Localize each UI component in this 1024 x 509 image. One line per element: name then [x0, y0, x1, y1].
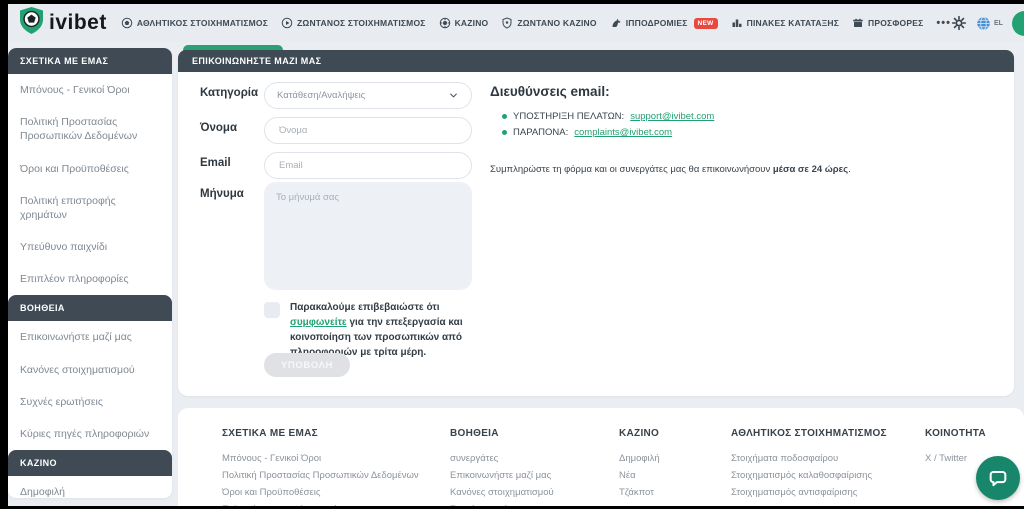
nav-item-promotions[interactable]: ΠΡΟΣΦΟΡΕΣ	[852, 17, 923, 29]
login-button[interactable]: ΣΥΝΔΕΣΗ	[1012, 11, 1024, 36]
nav-item-leaderboards[interactable]: ΠΙΝΑΚΕΣ ΚΑΤΑΤΑΞΗΣ	[731, 17, 839, 29]
sidebar-item-refund-policy[interactable]: Πολιτική επιστροφής χρημάτων	[8, 185, 172, 231]
complaints-email-row: ΠΑΡΑΠΟΝΑ: complaints@ivibet.com	[502, 127, 672, 138]
brand-logo[interactable]: ivibet	[18, 6, 107, 40]
horse-racing-icon	[610, 17, 622, 29]
email-input[interactable]	[277, 159, 459, 172]
name-input[interactable]	[277, 124, 459, 137]
language-selector[interactable]: EL	[976, 16, 1003, 31]
page: ivibet ΑΘΛΗΤΙΚΟΣ ΣΤΟΙΧΗΜΑΤΙΣΜΟΣ ΖΩΝΤΑΝΟΣ…	[8, 4, 1024, 506]
email-addresses-heading: Διευθύνσεις email:	[490, 84, 610, 99]
sidebar-section-help-title: ΒΟΗΘΕΙΑ	[8, 295, 172, 321]
sidebar-item-responsible-gaming[interactable]: Υπεύθυνο παιχνίδι	[8, 231, 172, 263]
footer-col-casino: ΚΑΖΙΝΟ Δημοφιλή Νέα Τζάκποτ	[619, 428, 660, 501]
footer: ΣΧΕΤΙΚΑ ΜΕ ΕΜΑΣ Μπόνους - Γενικοί Όροι Π…	[178, 408, 1024, 506]
category-select[interactable]: Κατάθεση/Αναλήψεις	[264, 82, 472, 109]
nav-more-dots-icon[interactable]: •••	[936, 17, 951, 29]
logo-shield-ball-icon	[18, 6, 45, 40]
footer-link-twitter[interactable]: X / Twitter	[925, 450, 986, 467]
footer-link[interactable]: Μπόνους - Γενικοί Όροι	[222, 450, 419, 467]
email-label: Email	[200, 157, 231, 169]
support-email-row: ΥΠΟΣΤΗΡΙΞΗ ΠΕΛΑΤΩΝ: support@ivibet.com	[502, 111, 714, 122]
gift-icon	[852, 17, 864, 29]
live-betting-icon	[281, 17, 293, 29]
consent-checkbox[interactable]	[264, 302, 280, 318]
language-code: EL	[994, 20, 1003, 27]
nav-item-casino[interactable]: ΚΑΖΙΝΟ	[439, 17, 489, 29]
email-field-wrap	[264, 152, 472, 179]
footer-link[interactable]: συνεργάτες	[450, 450, 567, 467]
sidebar-section-about-title: ΣΧΕΤΙΚΑ ΜΕ ΕΜΑΣ	[8, 48, 172, 74]
name-label: Όνομα	[200, 122, 237, 134]
bullet-icon	[502, 114, 507, 119]
footer-link[interactable]: Συχνές ερωτήσεις	[450, 501, 567, 506]
sidebar-section-casino-title: ΚΑΖΙΝΟ	[8, 450, 172, 476]
footer-link[interactable]: Επικοινωνήστε μαζί μας	[450, 467, 567, 484]
sidebar-item-contact-us[interactable]: Επικοινωνήστε μαζί μας	[8, 321, 172, 353]
footer-link[interactable]: Στοιχηματισμός αντισφαίρισης	[731, 484, 887, 501]
footer-link[interactable]: Τζάκποτ	[619, 484, 660, 501]
support-email-link[interactable]: support@ivibet.com	[630, 111, 714, 122]
settings-gear-icon[interactable]	[951, 15, 967, 31]
sidebar-item-info-sources[interactable]: Κύριες πηγές πληροφοριών	[8, 418, 172, 450]
footer-link[interactable]: Πολιτική επιστροφής χρημάτων	[222, 501, 419, 506]
submit-button[interactable]: ΥΠΟΒΟΛΗ	[264, 353, 350, 377]
footer-link[interactable]: Στοιχήματα ποδοσφαίρου	[731, 450, 887, 467]
message-label: Μήνυμα	[200, 188, 244, 200]
main-menu: ΑΘΛΗΤΙΚΟΣ ΣΤΟΙΧΗΜΑΤΙΣΜΟΣ ΖΩΝΤΑΝΟΣ ΣΤΟΙΧΗ…	[121, 17, 951, 29]
logo-wordmark: ivibet	[49, 11, 107, 35]
footer-link[interactable]: Όροι και Προϋποθέσεις	[222, 484, 419, 501]
footer-link[interactable]: Πολιτική Προστασίας Προσωπικών Δεδομένων	[222, 467, 419, 484]
consent-text: Παρακαλούμε επιβεβαιώστε ότι συμφωνείτε …	[290, 300, 482, 360]
footer-col-help: ΒΟΗΘΕΙΑ συνεργάτες Επικοινωνήστε μαζί μα…	[450, 428, 567, 506]
message-textarea[interactable]	[264, 182, 472, 290]
new-badge: NEW	[694, 18, 718, 29]
leaderboard-icon	[731, 17, 743, 29]
globe-icon	[976, 16, 991, 31]
bullet-icon	[502, 130, 507, 135]
sidebar-item-popular[interactable]: Δημοφιλή	[8, 476, 172, 498]
sidebar-item-terms-conditions[interactable]: Όροι και Προϋποθέσεις	[8, 153, 172, 185]
response-time-note: Συμπληρώστε τη φόρμα και οι συνεργάτες μ…	[490, 164, 970, 175]
category-label: Κατηγορία	[200, 87, 258, 99]
footer-col-about: ΣΧΕΤΙΚΑ ΜΕ ΕΜΑΣ Μπόνους - Γενικοί Όροι Π…	[222, 428, 419, 506]
live-casino-shield-icon	[501, 17, 513, 29]
top-navbar: ivibet ΑΘΛΗΤΙΚΟΣ ΣΤΟΙΧΗΜΑΤΙΣΜΟΣ ΖΩΝΤΑΝΟΣ…	[8, 4, 1024, 42]
complaints-email-link[interactable]: complaints@ivibet.com	[574, 127, 672, 138]
nav-item-live-casino[interactable]: ΖΩΝΤΑΝΟ ΚΑΖΙΝΟ	[501, 17, 596, 29]
soccer-ball-icon	[121, 17, 133, 29]
contact-card: ΕΠΙΚΟΙΝΩΝΗΣΤΕ ΜΑΖΙ ΜΑΣ Κατηγορία Κατάθεσ…	[178, 50, 1014, 396]
chevron-down-icon	[448, 90, 459, 101]
footer-col-sports: ΑΘΛΗΤΙΚΟΣ ΣΤΟΙΧΗΜΑΤΙΣΜΟΣ Στοιχήματα ποδο…	[731, 428, 887, 501]
sidebar: ΣΧΕΤΙΚΑ ΜΕ ΕΜΑΣ Μπόνους - Γενικοί Όροι Π…	[8, 48, 172, 498]
footer-link[interactable]: Νέα	[619, 467, 660, 484]
sidebar-item-bonus-terms[interactable]: Μπόνους - Γενικοί Όροι	[8, 74, 172, 106]
casino-chip-icon	[439, 17, 451, 29]
footer-link[interactable]: Στοιχηματισμός καλαθοσφαίρισης	[731, 467, 887, 484]
contact-card-title: ΕΠΙΚΟΙΝΩΝΗΣΤΕ ΜΑΖΙ ΜΑΣ	[178, 50, 1014, 72]
footer-link[interactable]: Κανόνες στοιχηματισμού	[450, 484, 567, 501]
sidebar-item-faq[interactable]: Συχνές ερωτήσεις	[8, 386, 172, 418]
chat-bubble-icon	[987, 467, 1009, 489]
footer-link[interactable]: Δημοφιλή	[619, 450, 660, 467]
navbar-actions: EL ΣΥΝΔΕΣΗ ΕΓΓΡΑΦΗ	[951, 11, 1024, 36]
nav-item-sports-betting[interactable]: ΑΘΛΗΤΙΚΟΣ ΣΤΟΙΧΗΜΑΤΙΣΜΟΣ	[121, 17, 268, 29]
consent-link[interactable]: συμφωνείτε	[290, 317, 347, 328]
sidebar-item-betting-rules[interactable]: Κανόνες στοιχηματισμού	[8, 354, 172, 386]
nav-item-live-betting[interactable]: ΖΩΝΤΑΝΟΣ ΣΤΟΙΧΗΜΑΤΙΣΜΟΣ	[281, 17, 426, 29]
name-field-wrap	[264, 117, 472, 144]
live-chat-button[interactable]	[976, 456, 1020, 500]
sidebar-item-additional-info[interactable]: Επιπλέον πληροφορίες	[8, 263, 172, 295]
footer-col-community: ΚΟΙΝΟΤΗΤΑ X / Twitter	[925, 428, 986, 467]
sidebar-item-privacy-policy[interactable]: Πολιτική Προστασίας Προσωπικών Δεδομένων	[8, 106, 172, 152]
nav-item-horse-racing[interactable]: ΙΠΠΟΔΡΟΜΙΕΣ NEW	[610, 17, 718, 29]
